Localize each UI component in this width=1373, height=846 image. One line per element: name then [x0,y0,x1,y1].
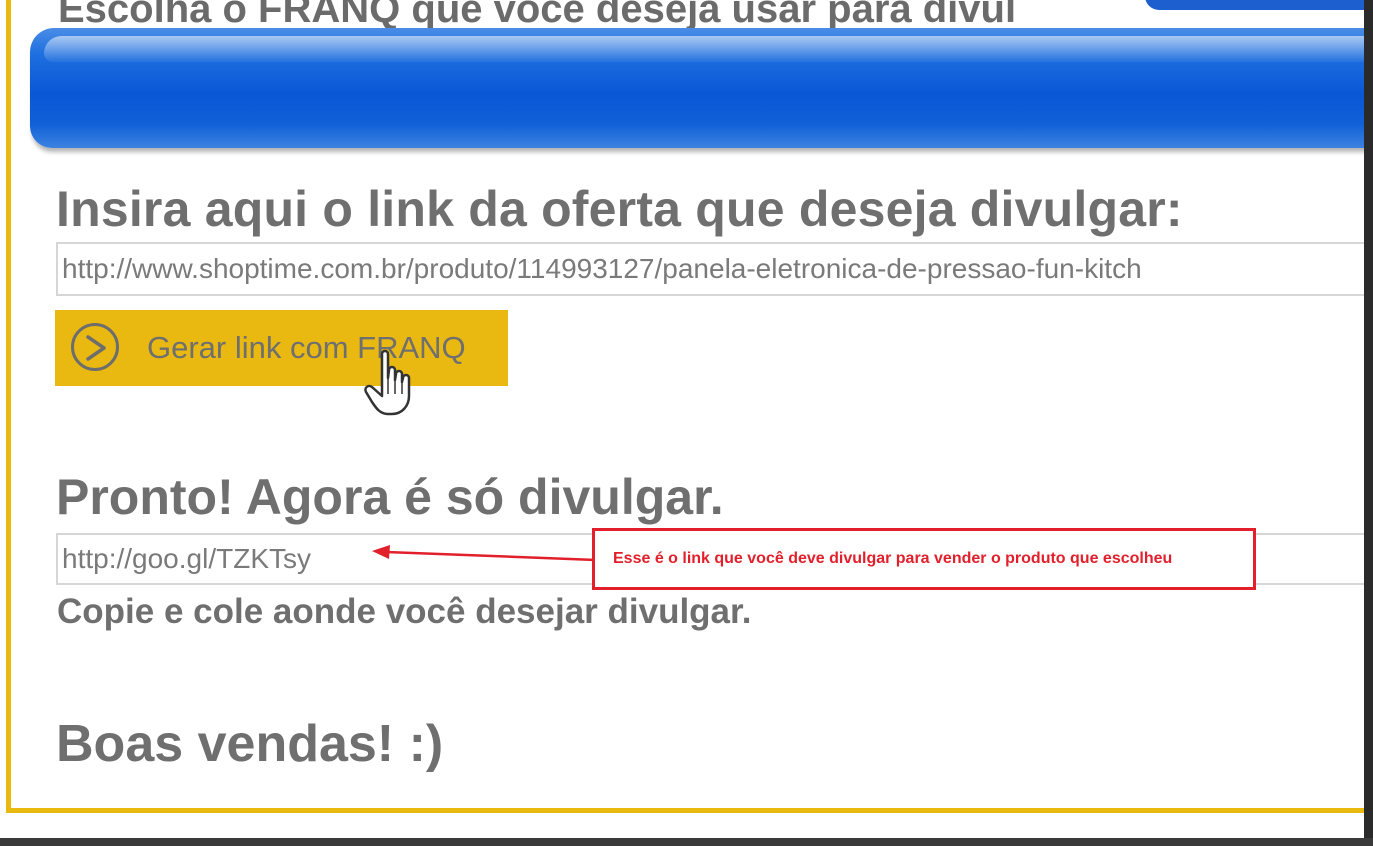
annotation-callout: Esse é o link que você deve divulgar par… [592,528,1256,590]
hand-pointer-icon [364,349,411,416]
generate-link-button[interactable]: Gerar link com FRANQ [55,310,508,386]
window-bottom-edge [0,838,1373,846]
banner-gloss [44,36,1364,62]
top-right-tab [1145,0,1373,10]
annotation-arrow-icon [372,545,596,562]
offer-link-heading: Insira aqui o link da oferta que deseja … [56,181,1183,237]
window-right-edge [1364,0,1373,846]
annotation-text: Esse é o link que você deve divulgar par… [613,550,1173,567]
ready-heading: Pronto! Agora é só divulgar. [56,469,724,525]
offer-link-input[interactable] [56,242,1373,296]
chevron-circle-right-icon [71,323,119,371]
copy-instruction: Copie e cole aonde você desejar divulgar… [57,592,752,631]
blue-banner [30,28,1373,148]
screenshot-stage: Escolha o FRANQ que você deseja usar par… [0,0,1373,846]
good-sales-heading: Boas vendas! :) [56,715,444,773]
